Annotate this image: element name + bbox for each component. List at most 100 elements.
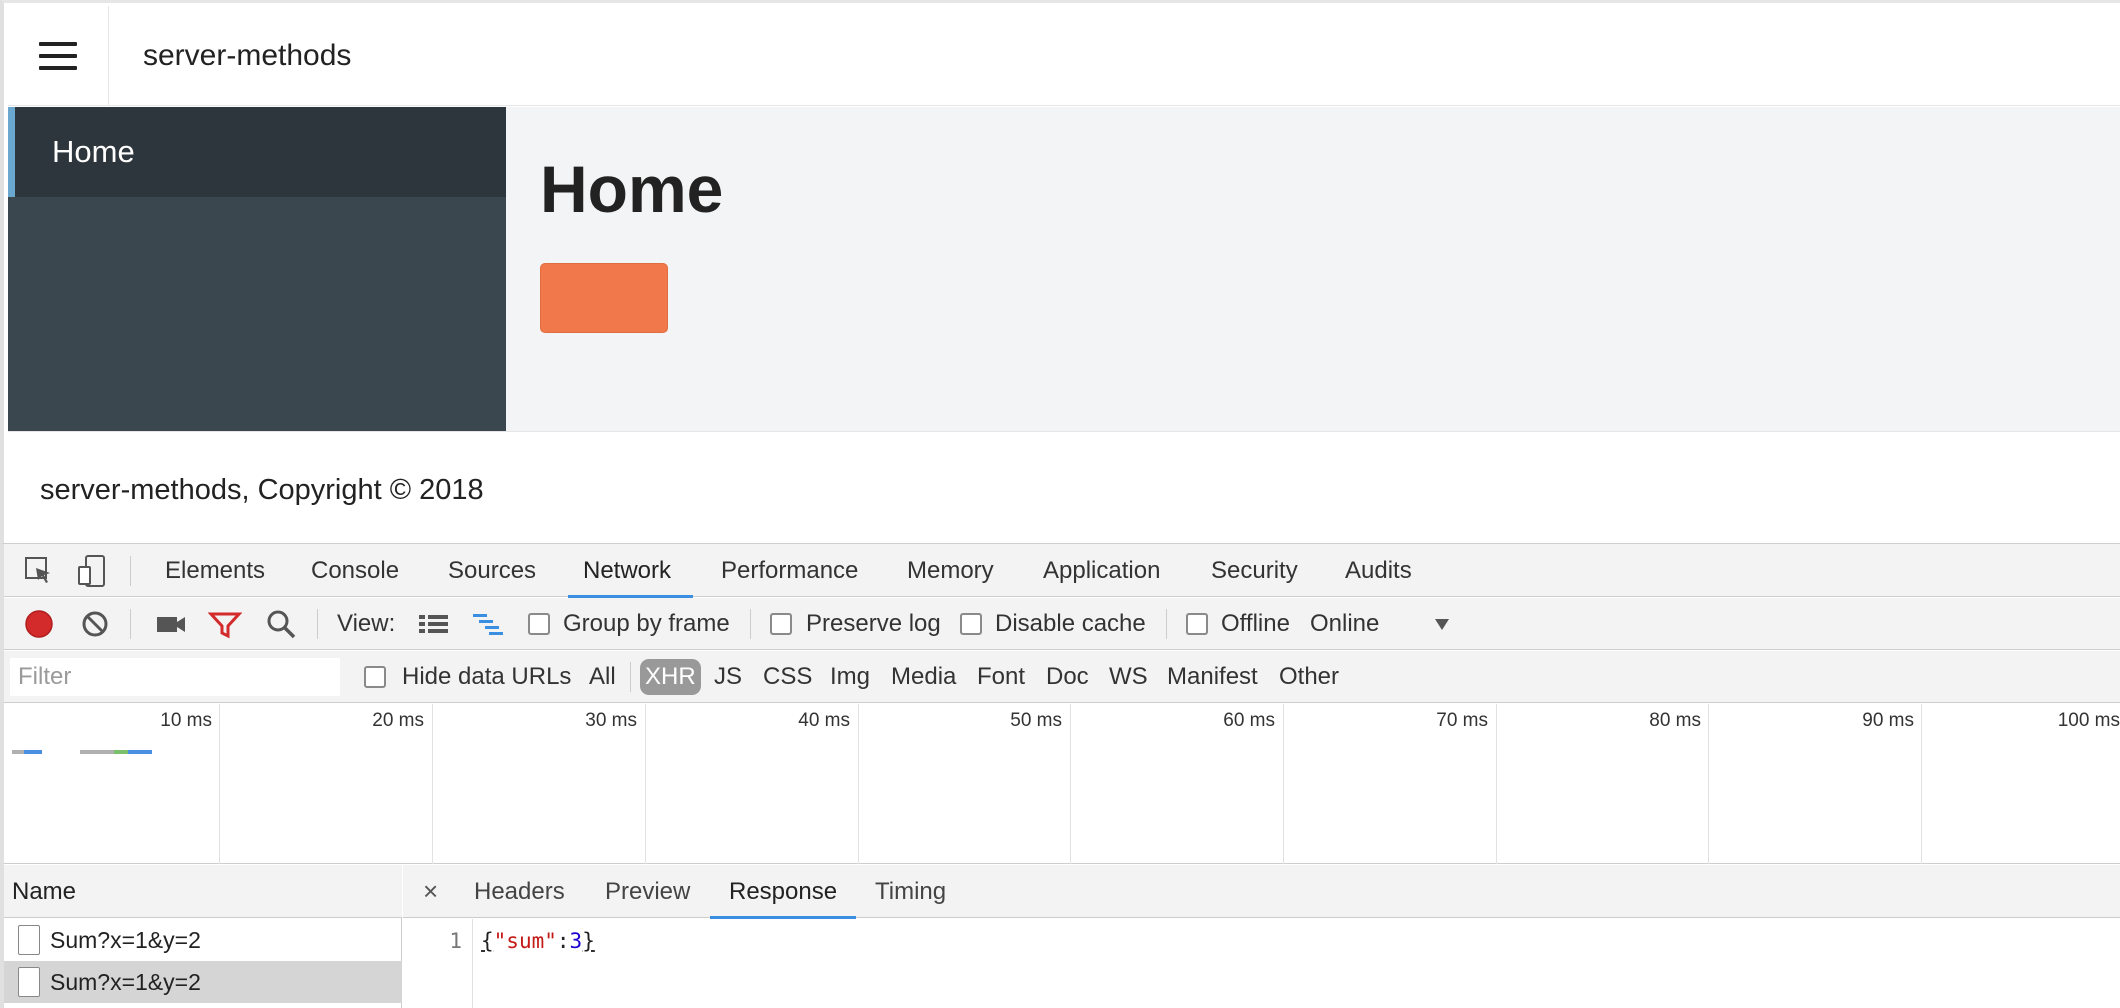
tab-performance[interactable]: Performance (721, 544, 858, 597)
inspect-element-icon[interactable] (22, 554, 56, 588)
tab-sources[interactable]: Sources (448, 544, 536, 597)
main-content: Home (506, 107, 2120, 431)
network-toolbar: View: Group by frame Preserve log Disabl… (4, 598, 2120, 650)
device-toolbar-icon[interactable] (76, 554, 110, 588)
sidebar-item-label: Home (52, 134, 135, 169)
response-body[interactable]: {"sum":3} (481, 929, 595, 953)
menu-toggle-button[interactable] (8, 6, 109, 106)
timeline-request-bar (80, 750, 114, 754)
hide-data-urls-checkbox[interactable] (364, 666, 386, 688)
json-open-brace: { (481, 929, 494, 953)
timeline-request-bar (114, 750, 128, 754)
timeline-request-bar (24, 750, 42, 754)
view-label: View: (337, 610, 396, 637)
disable-cache-label: Disable cache (995, 610, 1146, 637)
tab-headers[interactable]: Headers (474, 865, 565, 918)
filter-type-xhr[interactable]: XHR (640, 659, 701, 695)
name-column-label: Name (12, 878, 77, 905)
timeline-request-bar (12, 750, 24, 754)
tab-timing[interactable]: Timing (875, 865, 946, 918)
json-value: 3 (569, 929, 583, 953)
action-button[interactable] (540, 263, 668, 333)
filter-input[interactable] (10, 658, 340, 696)
json-close-brace: } (582, 929, 595, 953)
filter-type-css[interactable]: CSS (763, 651, 812, 703)
filter-type-media[interactable]: Media (891, 651, 956, 703)
top-navbar: server-methods (8, 6, 2120, 106)
request-list: Name Sum?x=1&y=2 Sum?x=1&y=2 (4, 865, 402, 1008)
request-row[interactable]: Sum?x=1&y=2 (4, 919, 402, 961)
footer-text: server-methods, Copyright © 2018 (40, 474, 484, 506)
network-overview-timeline[interactable]: 10 ms 20 ms 30 ms 40 ms 50 ms 60 ms 70 m… (4, 704, 2120, 864)
filter-type-js[interactable]: JS (714, 651, 742, 703)
request-name: Sum?x=1&y=2 (50, 969, 201, 995)
throttling-select[interactable]: Online (1310, 598, 1379, 650)
timeline-tick-label: 20 ms (372, 710, 424, 731)
timeline-tick-label: 30 ms (585, 710, 637, 731)
hide-data-urls-label: Hide data URLs (402, 663, 572, 690)
filter-type-doc[interactable]: Doc (1046, 651, 1089, 703)
document-icon (18, 925, 40, 955)
preserve-log-checkbox[interactable] (770, 613, 792, 635)
devtools-tab-bar: Elements Console Sources Network Perform… (4, 544, 2120, 598)
timeline-tick-label: 40 ms (798, 710, 850, 731)
tab-security[interactable]: Security (1211, 544, 1298, 597)
group-by-frame-label: Group by frame (563, 610, 730, 637)
timeline-tick-label: 100 ms (2057, 710, 2120, 731)
disable-cache-checkbox[interactable] (960, 613, 982, 635)
filter-type-img[interactable]: Img (830, 651, 870, 703)
filter-type-other[interactable]: Other (1279, 651, 1339, 703)
document-icon (18, 967, 40, 997)
json-colon: : (556, 929, 570, 953)
filter-type-all[interactable]: All (589, 651, 616, 703)
filter-type-manifest[interactable]: Manifest (1167, 651, 1258, 703)
tab-console[interactable]: Console (311, 544, 399, 597)
timeline-tick-label: 60 ms (1223, 710, 1275, 731)
timeline-tick-label: 90 ms (1862, 710, 1914, 731)
close-icon[interactable]: × (423, 865, 438, 918)
group-by-frame-checkbox[interactable] (528, 613, 550, 635)
sidebar-item-home[interactable]: Home (8, 107, 506, 197)
offline-label: Offline (1221, 610, 1290, 637)
app-page: server-methods Home Home server-methods,… (0, 0, 2120, 546)
network-details-area: Name Sum?x=1&y=2 Sum?x=1&y=2 × Headers P… (4, 865, 2120, 1008)
request-row[interactable]: Sum?x=1&y=2 (4, 961, 402, 1003)
tab-response[interactable]: Response (709, 865, 857, 919)
overview-waterfall-icon[interactable] (471, 607, 505, 641)
request-detail-pane: × Headers Preview Response Timing 1 {"su… (403, 865, 2120, 1008)
filter-funnel-icon[interactable] (208, 607, 242, 641)
offline-checkbox[interactable] (1186, 613, 1208, 635)
tab-preview[interactable]: Preview (605, 865, 690, 918)
screenshot-camera-icon[interactable] (154, 607, 188, 641)
tab-memory[interactable]: Memory (907, 544, 994, 597)
name-column-header[interactable]: Name (4, 865, 402, 918)
footer: server-methods, Copyright © 2018 (8, 431, 2120, 546)
request-name: Sum?x=1&y=2 (50, 927, 201, 953)
chevron-down-icon[interactable] (1434, 617, 1450, 631)
search-icon[interactable] (264, 607, 298, 641)
hamburger-icon (39, 42, 77, 70)
app-title: server-methods (143, 39, 352, 72)
timeline-tick-label: 70 ms (1436, 710, 1488, 731)
devtools-panel: Elements Console Sources Network Perform… (0, 543, 2120, 1008)
preserve-log-label: Preserve log (806, 610, 941, 637)
filter-type-ws[interactable]: WS (1109, 651, 1148, 703)
record-icon[interactable] (22, 607, 56, 641)
timeline-tick-label: 50 ms (1010, 710, 1062, 731)
json-key: "sum" (493, 929, 557, 953)
large-rows-icon[interactable] (417, 607, 451, 641)
tab-elements[interactable]: Elements (165, 544, 265, 597)
sidebar: Home (8, 107, 506, 431)
timeline-tick-label: 10 ms (160, 710, 212, 731)
detail-tab-bar: × Headers Preview Response Timing (403, 865, 2120, 919)
tab-audits[interactable]: Audits (1345, 544, 1412, 597)
timeline-tick-label: 80 ms (1649, 710, 1701, 731)
page-title: Home (540, 152, 724, 226)
filter-bar: Hide data URLs All XHR JS CSS Img Media … (4, 651, 2120, 703)
tab-network[interactable]: Network (567, 544, 694, 598)
tab-application[interactable]: Application (1043, 544, 1160, 597)
filter-type-font[interactable]: Font (977, 651, 1025, 703)
line-number-gutter: 1 (403, 919, 473, 1008)
clear-icon[interactable] (78, 607, 112, 641)
timeline-request-bar (128, 750, 152, 754)
